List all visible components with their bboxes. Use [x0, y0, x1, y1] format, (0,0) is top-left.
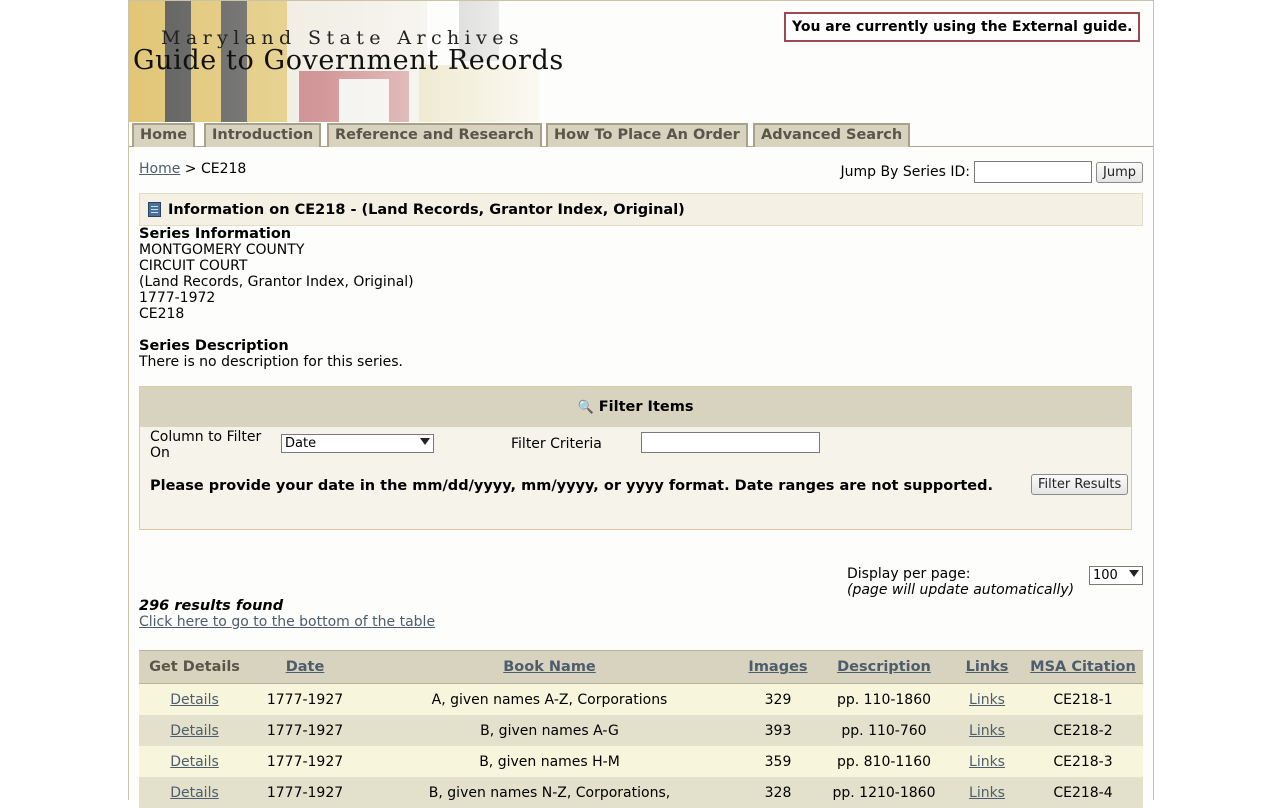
- table-row: Details 1777-1927 B, given names A-G 393…: [139, 715, 1143, 746]
- series-desc-heading: Series Description: [139, 338, 289, 354]
- chevron-down-icon: [1129, 570, 1139, 577]
- filter-column-select[interactable]: Date: [281, 434, 434, 453]
- jump-label: Jump By Series ID:: [840, 164, 970, 180]
- filter-column-label: Column to Filter On: [150, 429, 262, 461]
- cell-book-name: B, given names H-M: [360, 746, 739, 777]
- filter-results-button[interactable]: Filter Results: [1031, 474, 1129, 495]
- page-container: Maryland State Archives Guide to Governm…: [128, 0, 1154, 808]
- links-link[interactable]: Links: [969, 785, 1005, 801]
- series-information: Series Information MONTGOMERY COUNTY CIR…: [139, 226, 414, 322]
- breadcrumb: Home > CE218: [139, 161, 246, 177]
- cell-book-name: B, given names A-G: [360, 715, 739, 746]
- series-info-heading: Series Information: [139, 226, 292, 242]
- filter-criteria-label: Filter Criteria: [511, 436, 602, 452]
- cell-msa-citation: CE218-2: [1023, 715, 1143, 746]
- filter-header: 🔍 Filter Items: [140, 387, 1131, 427]
- sort-date-link[interactable]: Date: [286, 659, 325, 675]
- column-header-description[interactable]: Description: [817, 650, 951, 684]
- jump-by-series: Jump By Series ID: Jump: [841, 161, 1143, 183]
- links-link[interactable]: Links: [969, 692, 1005, 708]
- cell-description: pp. 810-1160: [817, 746, 951, 777]
- filter-date-note: Please provide your date in the mm/dd/yy…: [150, 478, 994, 494]
- column-header-links[interactable]: Links: [951, 650, 1023, 684]
- tab-home[interactable]: Home: [132, 123, 196, 147]
- cell-book-name: B, given names N-Z, Corporations,: [360, 777, 739, 808]
- results-table: Get Details Date Book Name Images Descri…: [139, 650, 1143, 808]
- tab-reference-and-research[interactable]: Reference and Research: [327, 123, 542, 147]
- go-to-bottom-link[interactable]: Click here to go to the bottom of the ta…: [139, 614, 435, 630]
- cell-description: pp. 110-1860: [817, 683, 951, 715]
- cell-images: 328: [739, 777, 817, 808]
- sort-links-link[interactable]: Links: [966, 659, 1009, 675]
- breadcrumb-current: CE218: [200, 161, 247, 177]
- tab-advanced-search[interactable]: Advanced Search: [753, 123, 911, 147]
- table-row: Details 1777-1927 B, given names N-Z, Co…: [139, 777, 1143, 808]
- cell-date: 1777-1927: [250, 715, 360, 746]
- cell-msa-citation: CE218-1: [1023, 683, 1143, 715]
- breadcrumb-home-link[interactable]: Home: [139, 161, 180, 177]
- filter-title: Filter Items: [598, 399, 694, 415]
- links-link[interactable]: Links: [969, 754, 1005, 770]
- cell-date: 1777-1927: [250, 777, 360, 808]
- cell-images: 359: [739, 746, 817, 777]
- jump-button[interactable]: Jump: [1096, 161, 1143, 183]
- series-description: Series Description There is no descripti…: [139, 338, 403, 370]
- tab-introduction[interactable]: Introduction: [204, 123, 322, 147]
- filter-column-value: Date: [285, 436, 317, 451]
- display-per-page: Display per page: (page will update auto…: [847, 566, 1074, 598]
- guide-title: Guide to Government Records: [133, 45, 564, 76]
- cell-msa-citation: CE218-3: [1023, 746, 1143, 777]
- per-page-value: 100: [1093, 568, 1118, 583]
- cell-description: pp. 110-760: [817, 715, 951, 746]
- column-header-images[interactable]: Images: [739, 650, 817, 684]
- cell-date: 1777-1927: [250, 683, 360, 715]
- external-guide-notice: You are currently using the External gui…: [784, 12, 1141, 42]
- details-link[interactable]: Details: [170, 692, 219, 708]
- cell-description: pp. 1210-1860: [817, 777, 951, 808]
- chevron-down-icon: [420, 438, 430, 445]
- series-dates: 1777-1972: [139, 290, 216, 306]
- details-link[interactable]: Details: [170, 723, 219, 739]
- details-link[interactable]: Details: [170, 754, 219, 770]
- results-count: 296 results found: [139, 598, 284, 614]
- filter-criteria-input[interactable]: [641, 432, 820, 453]
- table-row: Details 1777-1927 B, given names H-M 359…: [139, 746, 1143, 777]
- per-page-select[interactable]: 100: [1089, 566, 1143, 585]
- series-county: MONTGOMERY COUNTY: [139, 242, 305, 258]
- sort-description-link[interactable]: Description: [837, 659, 931, 675]
- series-id: CE218: [139, 306, 185, 322]
- header-banner: Maryland State Archives Guide to Governm…: [129, 0, 1153, 122]
- sort-msa-citation-link[interactable]: MSA Citation: [1030, 659, 1136, 675]
- column-header-get-details: Get Details: [139, 650, 250, 684]
- links-link[interactable]: Links: [969, 723, 1005, 739]
- cell-msa-citation: CE218-4: [1023, 777, 1143, 808]
- display-per-page-label: Display per page:: [847, 566, 971, 582]
- table-row: Details 1777-1927 A, given names A-Z, Co…: [139, 683, 1143, 715]
- series-desc-text: There is no description for this series.: [139, 354, 403, 370]
- filter-items-panel: 🔍 Filter Items Column to Filter On Date …: [139, 386, 1132, 530]
- sort-book-name-link[interactable]: Book Name: [503, 659, 596, 675]
- series-title: (Land Records, Grantor Index, Original): [139, 274, 414, 290]
- main-nav: Home Introduction Reference and Research…: [129, 123, 1153, 147]
- cell-book-name: A, given names A-Z, Corporations: [360, 683, 739, 715]
- series-court: CIRCUIT COURT: [139, 258, 248, 274]
- series-info-header: Information on CE218 - (Land Records, Gr…: [139, 193, 1143, 226]
- series-id-input[interactable]: [974, 161, 1092, 183]
- book-icon: [148, 202, 161, 217]
- details-link[interactable]: Details: [170, 785, 219, 801]
- cell-date: 1777-1927: [250, 746, 360, 777]
- column-header-date[interactable]: Date: [250, 650, 360, 684]
- cell-images: 393: [739, 715, 817, 746]
- display-per-page-note: (page will update automatically): [847, 582, 1075, 598]
- column-header-msa-citation[interactable]: MSA Citation: [1023, 650, 1143, 684]
- tab-how-to-place-an-order[interactable]: How To Place An Order: [546, 123, 748, 147]
- table-header-row: Get Details Date Book Name Images Descri…: [139, 650, 1143, 684]
- sort-images-link[interactable]: Images: [748, 659, 807, 675]
- column-header-book-name[interactable]: Book Name: [360, 650, 739, 684]
- cell-images: 329: [739, 683, 817, 715]
- series-info-title: Information on CE218 - (Land Records, Gr…: [168, 201, 685, 218]
- breadcrumb-separator: >: [184, 161, 197, 177]
- magnifier-icon: 🔍: [577, 399, 594, 415]
